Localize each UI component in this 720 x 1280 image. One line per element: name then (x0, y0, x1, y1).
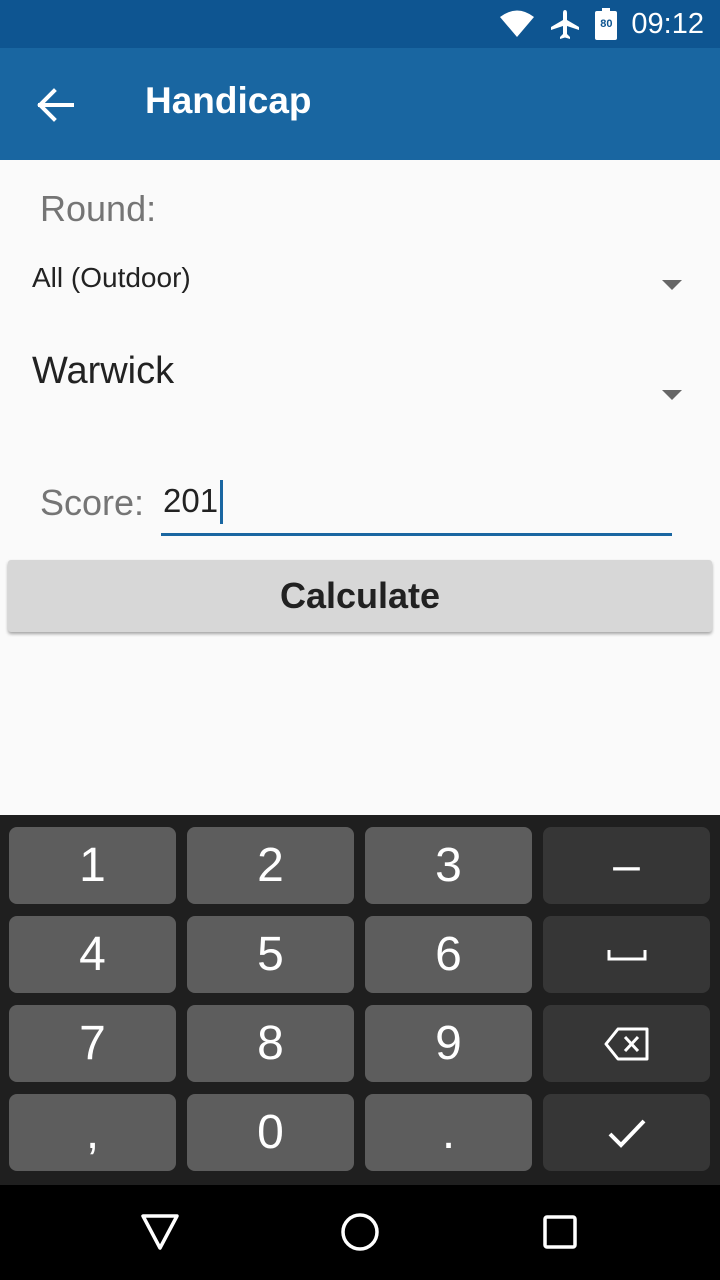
page-title: Handicap (145, 80, 312, 121)
status-bar: 80 09:12 (0, 0, 720, 48)
back-triangle-icon[interactable] (140, 1213, 180, 1251)
round-name-value: Warwick (32, 350, 175, 392)
space-icon (607, 949, 646, 960)
round-label: Round: (40, 188, 157, 229)
text-cursor (220, 480, 223, 524)
key-done[interactable] (543, 1094, 710, 1171)
key-0[interactable]: 0 (187, 1094, 354, 1171)
status-icons: 80 09:12 (499, 0, 704, 48)
battery-level: 80 (600, 18, 613, 30)
key-period[interactable]: . (365, 1094, 532, 1171)
key-comma[interactable]: , (9, 1094, 176, 1171)
app-bar: Handicap (0, 48, 720, 160)
key-6[interactable]: 6 (365, 916, 532, 993)
score-value: 201 (163, 482, 219, 519)
key-1[interactable]: 1 (9, 827, 176, 904)
dropdown-caret-icon (662, 280, 682, 290)
key-9[interactable]: 9 (365, 1005, 532, 1082)
status-time: 09:12 (631, 7, 704, 40)
key-4[interactable]: 4 (9, 916, 176, 993)
key-7[interactable]: 7 (9, 1005, 176, 1082)
battery-icon: 80 (595, 8, 618, 40)
score-input[interactable]: 201 (161, 478, 672, 536)
numeric-keyboard: 1 2 3 – 4 5 6 7 8 9 , 0 . (0, 815, 720, 1185)
dropdown-caret-icon (662, 390, 682, 400)
home-circle-icon[interactable] (340, 1212, 380, 1252)
airplane-icon (551, 10, 580, 39)
handicap-form: Round: All (Outdoor) Warwick Score: 201 … (0, 160, 720, 815)
round-category-dropdown[interactable]: All (Outdoor) (32, 262, 688, 312)
key-5[interactable]: 5 (187, 916, 354, 993)
key-3[interactable]: 3 (365, 827, 532, 904)
wifi-icon (500, 10, 535, 37)
backspace-icon (604, 1027, 648, 1060)
key-backspace[interactable] (543, 1005, 710, 1082)
key-2[interactable]: 2 (187, 827, 354, 904)
score-label: Score: (40, 482, 145, 523)
round-category-value: All (Outdoor) (32, 262, 191, 293)
calculate-button[interactable]: Calculate (8, 560, 712, 632)
round-name-dropdown[interactable]: Warwick (32, 350, 688, 410)
navigation-bar (0, 1185, 720, 1280)
key-space[interactable] (543, 916, 710, 993)
recents-square-icon[interactable] (543, 1215, 577, 1249)
key-minus[interactable]: – (543, 827, 710, 904)
checkmark-icon (608, 1119, 645, 1148)
arrow-left-icon[interactable] (34, 84, 76, 126)
key-8[interactable]: 8 (187, 1005, 354, 1082)
